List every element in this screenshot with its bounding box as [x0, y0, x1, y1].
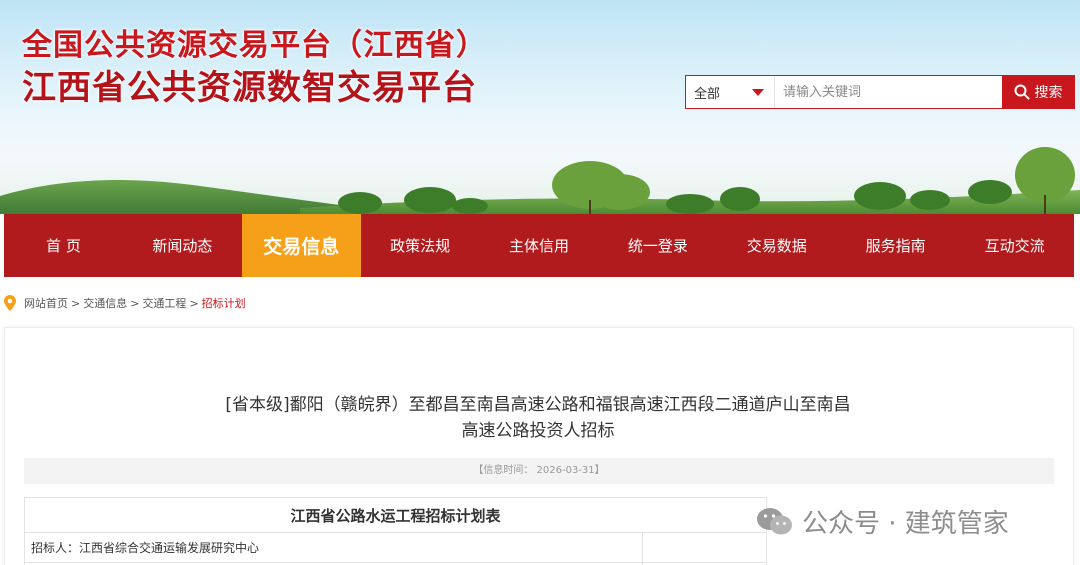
table-row: 招标人：江西省综合交通运输发展研究中心: [24, 532, 767, 563]
watermark: 公众号 · 建筑管家: [756, 503, 1009, 540]
nav-item-service-guide[interactable]: 服务指南: [836, 214, 955, 277]
tenderer-cell: 招标人：江西省综合交通运输发展研究中心: [24, 532, 643, 563]
platform-title-provincial: 江西省公共资源数智交易平台: [22, 68, 477, 108]
table-heading: 江西省公路水运工程招标计划表: [24, 497, 767, 533]
breadcrumb-separator: >: [130, 296, 140, 310]
breadcrumb-home[interactable]: 网站首页: [24, 295, 68, 311]
search-bar: 全部 搜索: [685, 75, 1075, 109]
article-title-line2: 高速公路投资人招标: [461, 421, 615, 441]
search-button-label: 搜索: [1034, 85, 1063, 101]
nav-item-login[interactable]: 统一登录: [598, 214, 717, 277]
wechat-icon: [757, 507, 792, 534]
search-icon: [1014, 84, 1029, 100]
breadcrumb-current: 招标计划: [201, 297, 246, 310]
search-input[interactable]: [774, 76, 1002, 108]
breadcrumb-separator: >: [189, 296, 199, 310]
nav-item-home[interactable]: 首 页: [4, 214, 123, 277]
article-meta: 【信息时间： 2026-03-31】: [24, 458, 1054, 484]
search-button[interactable]: 搜索: [1002, 76, 1074, 108]
nav-item-interaction[interactable]: 互动交流: [955, 214, 1074, 277]
nav-item-policies[interactable]: 政策法规: [361, 214, 480, 277]
breadcrumb: 网站首页 > 交通信息 > 交通工程 > 招标计划: [4, 292, 246, 314]
main-nav: 首 页 新闻动态 交易信息 政策法规 主体信用 统一登录 交易数据 服务指南 互…: [4, 214, 1074, 277]
watermark-text: 公众号 · 建筑管家: [802, 509, 1009, 539]
search-category-select[interactable]: 全部: [686, 76, 774, 108]
breadcrumb-trading-info[interactable]: 交通信息: [83, 295, 127, 311]
nav-item-trading-data[interactable]: 交易数据: [717, 214, 836, 277]
header-banner: 全国公共资源交易平台（江西省） 江西省公共资源数智交易平台 全部 搜索: [0, 0, 1080, 214]
article-title: [省本级]鄱阳（赣皖界）至都昌至南昌高速公路和福银高速江西段二通道庐山至南昌 高…: [60, 392, 1016, 444]
article-title-line1: [省本级]鄱阳（赣皖界）至都昌至南昌高速公路和福银高速江西段二通道庐山至南昌: [225, 395, 851, 415]
platform-title-national: 全国公共资源交易平台（江西省）: [22, 28, 487, 63]
nav-item-trading-info[interactable]: 交易信息: [241, 214, 361, 277]
table-cell-empty: [642, 532, 767, 563]
breadcrumb-separator: >: [71, 296, 81, 310]
location-pin-icon: [4, 295, 16, 311]
search-category-value: 全部: [694, 86, 721, 102]
nav-item-credit[interactable]: 主体信用: [480, 214, 599, 277]
breadcrumb-traffic-engineering[interactable]: 交通工程: [142, 295, 186, 311]
nav-item-news[interactable]: 新闻动态: [123, 214, 242, 277]
caret-down-icon: [752, 88, 764, 96]
tender-plan-table: 江西省公路水运工程招标计划表 招标人：江西省综合交通运输发展研究中心: [24, 497, 767, 565]
table-heading-row: 江西省公路水运工程招标计划表: [24, 497, 767, 533]
